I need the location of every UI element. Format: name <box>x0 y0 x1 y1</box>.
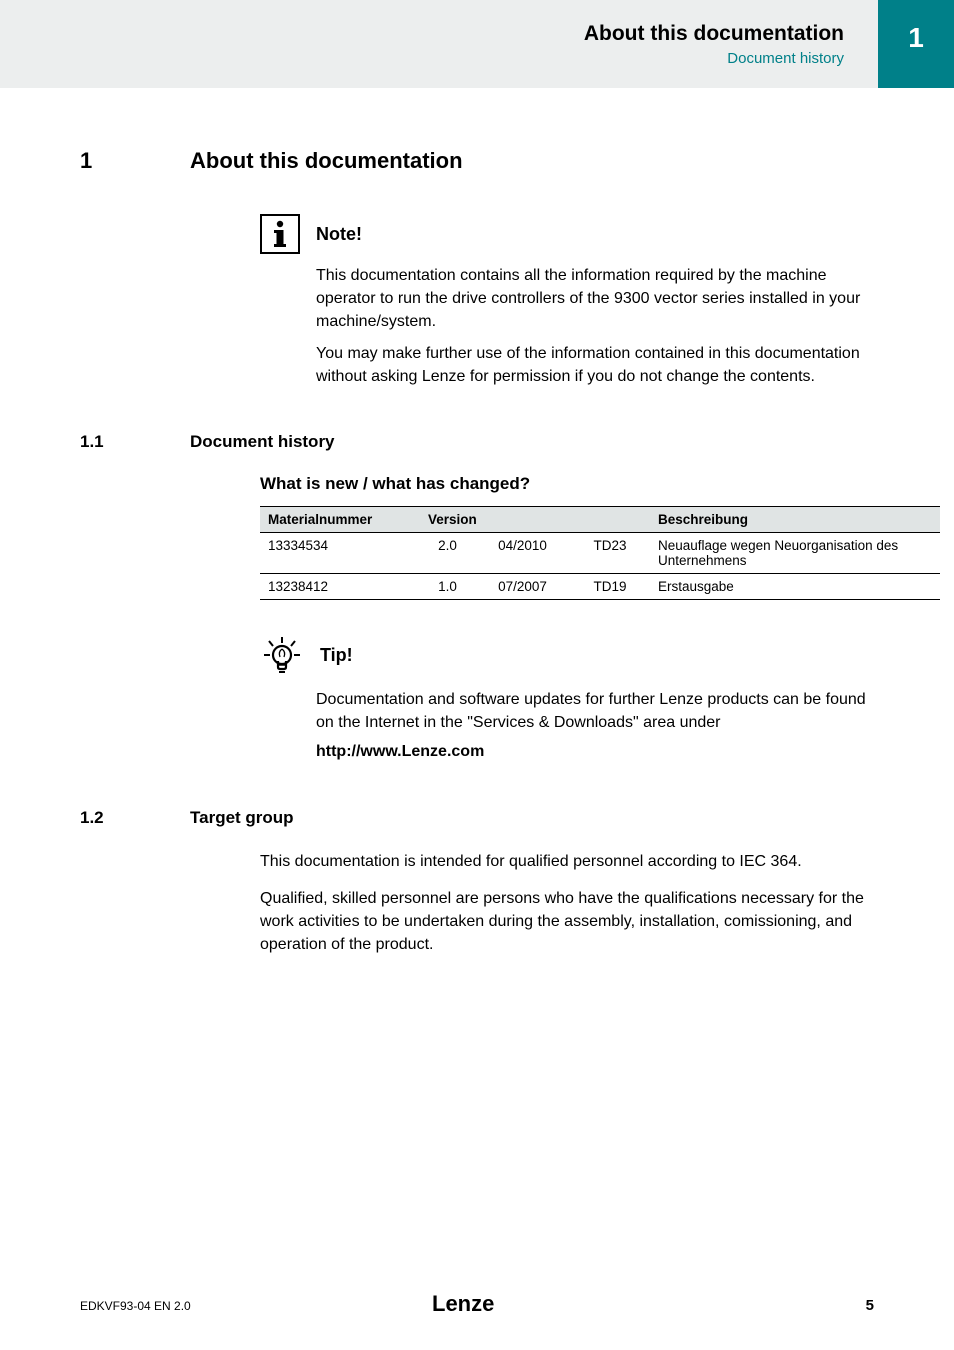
cell-desc: Neuauflage wegen Neuorganisation des Unt… <box>650 532 940 573</box>
header-title: About this documentation <box>584 22 844 46</box>
sub-heading: What is new / what has changed? <box>260 474 874 494</box>
lenze-logo: Lenze <box>432 1291 522 1320</box>
cell-desc: Erstausgabe <box>650 573 940 599</box>
svg-text:Lenze: Lenze <box>432 1291 494 1316</box>
table-row: 13238412 1.0 07/2007 TD19 Erstausgabe <box>260 573 940 599</box>
tip-link: http://www.Lenze.com <box>316 740 874 763</box>
header-bar: About this documentation Document histor… <box>0 0 954 88</box>
th-material: Materialnummer <box>260 506 420 532</box>
th-version: Version <box>420 506 650 532</box>
tip-icon-row: Tip! <box>260 634 874 678</box>
tip-para: Documentation and software updates for f… <box>316 688 874 734</box>
note-block: Note! This documentation contains all th… <box>260 214 874 388</box>
header-subtitle: Document history <box>727 50 844 67</box>
note-text: This documentation contains all the info… <box>316 264 874 388</box>
section-title: Target group <box>190 808 294 828</box>
cell-date: 04/2010 <box>475 532 570 573</box>
cell-version: 1.0 <box>420 573 475 599</box>
section-number: 1.2 <box>80 808 130 828</box>
page-number: 5 <box>866 1297 874 1314</box>
cell-version: 2.0 <box>420 532 475 573</box>
chapter-title: About this documentation <box>190 148 463 174</box>
history-table: Materialnummer Version Beschreibung 1333… <box>260 506 874 600</box>
info-icon <box>260 214 300 254</box>
chapter-heading: 1 About this documentation <box>80 148 874 174</box>
body-para-2: Qualified, skilled personnel are persons… <box>260 887 874 957</box>
chapter-number-tab: 1 <box>878 0 954 88</box>
cell-material: 13334534 <box>260 532 420 573</box>
cell-date: 07/2007 <box>475 573 570 599</box>
th-description: Beschreibung <box>650 506 940 532</box>
note-icon-row: Note! <box>260 214 874 254</box>
body-para-1: This documentation is intended for quali… <box>260 850 874 873</box>
lightbulb-icon <box>260 634 304 678</box>
footer: EDKVF93-04 EN 2.0 Lenze 5 <box>0 1297 954 1314</box>
table-row: 13334534 2.0 04/2010 TD23 Neuauflage weg… <box>260 532 940 573</box>
note-para-1: This documentation contains all the info… <box>316 264 874 334</box>
note-para-2: You may make further use of the informat… <box>316 342 874 388</box>
page-content: 1 About this documentation Note! This do… <box>0 88 954 956</box>
tip-text: Documentation and software updates for f… <box>316 688 874 764</box>
chapter-number: 1 <box>80 148 130 174</box>
cell-td: TD19 <box>570 573 650 599</box>
section-number: 1.1 <box>80 432 130 452</box>
tip-label: Tip! <box>320 645 353 666</box>
section-1-2-heading: 1.2 Target group <box>80 808 874 828</box>
note-label: Note! <box>316 224 362 245</box>
cell-td: TD23 <box>570 532 650 573</box>
section-1-1-heading: 1.1 Document history <box>80 432 874 452</box>
cell-material: 13238412 <box>260 573 420 599</box>
tip-block: Tip! Documentation and software updates … <box>260 634 874 764</box>
footer-doc-id: EDKVF93-04 EN 2.0 <box>80 1299 191 1313</box>
section-title: Document history <box>190 432 335 452</box>
